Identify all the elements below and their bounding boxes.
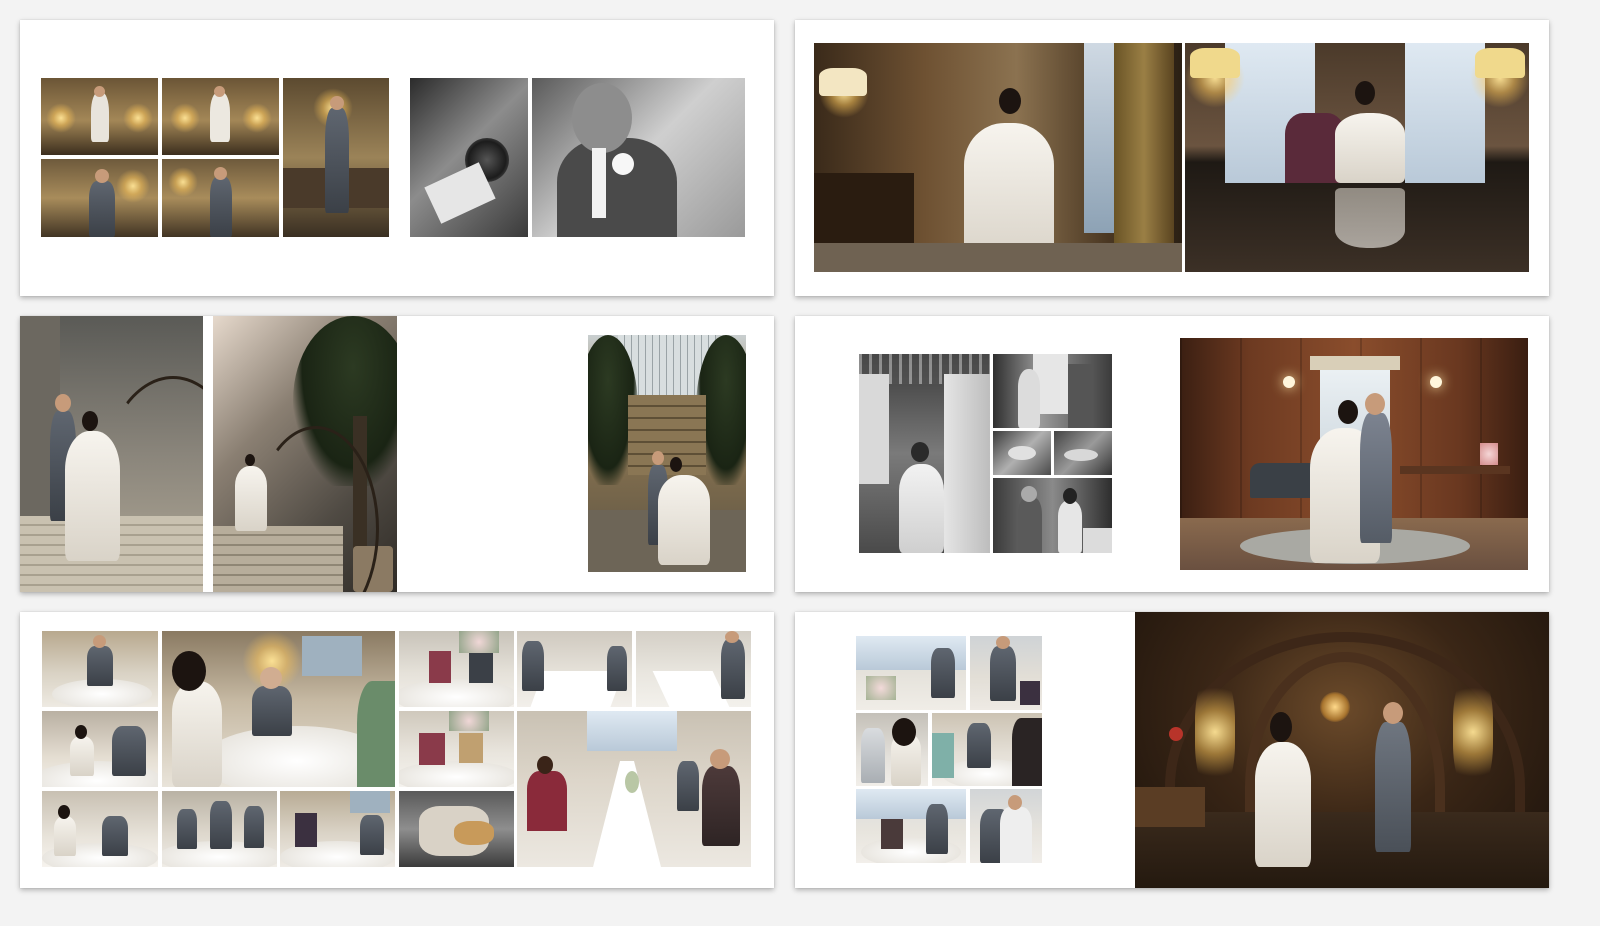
album-spread-staircase-atrium[interactable]: [20, 316, 774, 592]
photo-flower-girl-bw[interactable]: [859, 354, 990, 553]
photo-bride-staircase-light[interactable]: [213, 316, 397, 592]
photo-speech-hug[interactable]: [970, 789, 1042, 863]
photo-dinner-candles-table[interactable]: [162, 791, 277, 867]
photo-vows-window-bw[interactable]: [993, 354, 1112, 428]
photo-ring-exchange-right-bw[interactable]: [1054, 431, 1112, 475]
photo-dinner-long-table-1[interactable]: [517, 631, 632, 707]
photo-speech-bride-reaction[interactable]: [856, 713, 928, 786]
photo-groom-shirt[interactable]: [162, 78, 279, 155]
photo-speech-1[interactable]: [856, 636, 966, 710]
photo-dinner-guest-left-1[interactable]: [42, 631, 158, 707]
photo-speech-2[interactable]: [970, 636, 1042, 710]
photo-dinner-toast-flowers[interactable]: [399, 631, 514, 707]
photo-dinner-guests-right[interactable]: [280, 791, 395, 867]
photo-ring-exchange-left-bw[interactable]: [993, 431, 1051, 475]
photo-boutonniere-bw[interactable]: [532, 78, 745, 237]
album-spread-groom-preparation[interactable]: [20, 20, 774, 296]
photo-groom-full-suit[interactable]: [283, 78, 389, 237]
photo-watch-detail-bw[interactable]: [410, 78, 528, 237]
photo-dinner-long-table-2[interactable]: [636, 631, 751, 707]
album-spread-speeches-portrait[interactable]: [795, 612, 1549, 888]
album-spread-ceremony[interactable]: [795, 316, 1549, 592]
photo-groom-tie[interactable]: [41, 78, 158, 155]
photo-first-kiss-wood-room[interactable]: [1180, 338, 1528, 570]
photo-dinner-full-table[interactable]: [517, 711, 751, 867]
photo-groom-buttons[interactable]: [41, 159, 158, 237]
photo-couple-staircase[interactable]: [20, 316, 203, 592]
album-spread-bridal-portraits[interactable]: [795, 20, 1549, 296]
photo-signing-register-bw[interactable]: [993, 478, 1112, 553]
photo-bride-window-chair[interactable]: [814, 43, 1182, 272]
photo-dinner-bride-table[interactable]: [42, 791, 158, 867]
photo-dinner-bride-chat[interactable]: [42, 711, 158, 787]
photo-bride-reflection-table[interactable]: [1185, 43, 1529, 272]
photo-dinner-guests-laugh[interactable]: [399, 711, 514, 787]
photo-dinner-baby-toy[interactable]: [399, 791, 514, 867]
photo-couple-arched-hall[interactable]: [1135, 612, 1549, 888]
photo-speech-toast[interactable]: [856, 789, 966, 863]
album-spread-reception-dinner[interactable]: [20, 612, 774, 888]
photo-speech-guests[interactable]: [932, 713, 1042, 786]
photo-dinner-bride-round-table[interactable]: [162, 631, 395, 787]
photo-groom-jacket[interactable]: [162, 159, 279, 237]
photo-couple-atrium-palms[interactable]: [588, 335, 746, 572]
